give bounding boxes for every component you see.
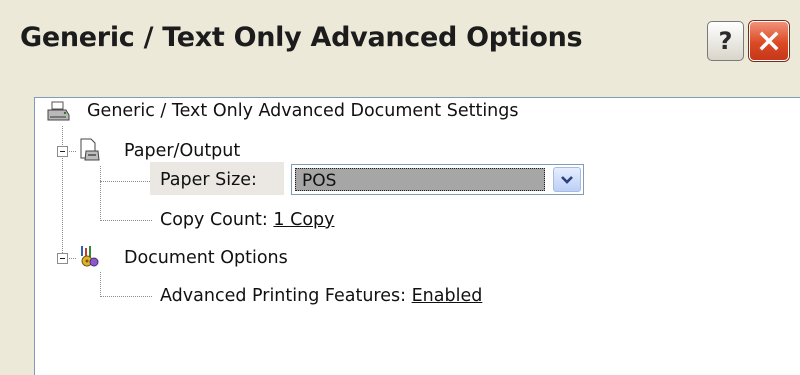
tree-root-label[interactable]: Generic / Text Only Advanced Document Se… [87, 101, 519, 121]
paper-size-value: POS [302, 171, 337, 191]
window-title: Generic / Text Only Advanced Options [20, 22, 583, 53]
settings-tree[interactable] [34, 97, 800, 375]
title-bar[interactable]: Generic / Text Only Advanced Options ? [0, 0, 800, 88]
help-icon: ? [718, 27, 733, 55]
tree-line [100, 166, 101, 221]
copy-count-value-link[interactable]: 1 Copy [273, 210, 334, 230]
tree-node-paper-output[interactable]: Paper/Output [124, 141, 240, 161]
dropdown-button[interactable] [553, 167, 581, 192]
tree-line [100, 220, 152, 221]
chevron-down-icon [561, 175, 573, 184]
paper-size-label: Paper Size: [160, 170, 257, 190]
tree-node-document-options[interactable]: Document Options [124, 248, 288, 268]
paper-size-select-focus: POS [295, 168, 545, 191]
tree-line [100, 272, 101, 297]
copy-count-row: Copy Count: 1 Copy [160, 210, 335, 230]
paper-output-icon [80, 138, 100, 161]
collapse-icon[interactable] [57, 146, 68, 157]
advanced-printing-value-link[interactable]: Enabled [412, 286, 483, 306]
document-options-icon [81, 246, 99, 267]
tree-line [100, 181, 152, 182]
copy-count-label: Copy Count: [160, 210, 268, 230]
close-button[interactable] [749, 21, 789, 61]
help-button[interactable]: ? [707, 21, 744, 61]
tree-line [100, 296, 152, 297]
printer-icon [47, 101, 70, 121]
close-icon [759, 31, 779, 51]
paper-size-select[interactable]: POS [291, 164, 584, 195]
collapse-icon[interactable] [57, 253, 68, 264]
advanced-printing-row: Advanced Printing Features: Enabled [160, 286, 482, 306]
advanced-printing-label: Advanced Printing Features: [160, 286, 407, 306]
